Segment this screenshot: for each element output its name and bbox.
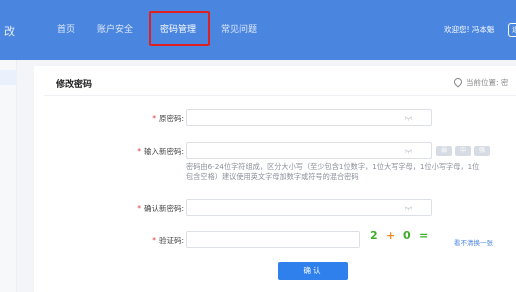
required-mark: * <box>137 204 141 213</box>
eye-hidden-icon[interactable] <box>404 114 413 121</box>
new-password-input[interactable] <box>186 142 432 159</box>
password-hint: 密码由6-24位字符组成，区分大小写（至少包含1位数字，1位大写字母，1位小写字… <box>186 162 516 182</box>
breadcrumb-text: 当前位置: 密 <box>466 78 509 87</box>
confirm-password-label-text: 确认新密码: <box>143 204 184 213</box>
confirm-password-label: * 确认新密码: <box>110 203 184 214</box>
strength-weak: 弱 <box>436 146 452 156</box>
captcha-number-b[interactable]: 0 <box>403 229 411 242</box>
password-hint-line-2: 包含空格）建议使用英文字母加数字或符号的混合密码 <box>186 172 359 181</box>
welcome-text: 欢迎您! 冯本魁 <box>444 25 495 34</box>
old-password-label-text: 原密码: <box>158 114 184 123</box>
new-password-label: * 输入新密码: <box>110 146 184 157</box>
password-hint-line-1: 密码由6-24位字符组成，区分大小写（至少包含1位数字，1位大写字母，1位小写字… <box>186 162 480 171</box>
nav-account-security[interactable]: 账户安全 <box>97 0 133 60</box>
captcha-equals[interactable]: = <box>419 229 428 242</box>
new-password-label-text: 输入新密码: <box>143 147 184 156</box>
sidebar-active-item[interactable] <box>0 70 17 85</box>
eye-hidden-icon[interactable] <box>404 147 413 154</box>
captcha-input[interactable] <box>186 231 360 248</box>
left-sidebar <box>0 60 17 292</box>
location-pin-icon <box>452 76 464 88</box>
captcha-number-a[interactable]: 2 <box>370 229 378 242</box>
eye-hidden-icon[interactable] <box>404 204 413 211</box>
required-mark: * <box>152 236 156 245</box>
confirm-password-input[interactable] <box>186 199 432 216</box>
top-navigation-bar: 改 首页 账户安全 密码管理 常见问题 欢迎您! 冯本魁 退 <box>0 0 516 60</box>
nav-faq[interactable]: 常见问题 <box>221 0 257 60</box>
captcha-label-text: 验证码: <box>158 236 184 245</box>
required-mark: * <box>137 147 141 156</box>
nav-home[interactable]: 首页 <box>57 0 75 60</box>
strength-medium: 中 <box>455 146 471 156</box>
site-logo: 改 <box>4 25 15 38</box>
page-title: 修改密码 <box>56 80 93 90</box>
old-password-label: * 原密码: <box>120 113 184 124</box>
confirm-button[interactable]: 确认 <box>278 262 348 280</box>
required-mark: * <box>152 114 156 123</box>
captcha-label: * 验证码: <box>120 235 184 246</box>
title-divider <box>44 95 516 96</box>
active-nav-highlight-box <box>149 11 210 46</box>
captcha-operator[interactable]: + <box>386 229 395 242</box>
breadcrumb: 当前位置: 密 <box>452 76 509 88</box>
strength-strong: 强 <box>474 146 490 156</box>
old-password-input[interactable] <box>186 109 432 126</box>
logout-button[interactable]: 退 <box>508 23 516 37</box>
refresh-captcha-link[interactable]: 看不清换一张 <box>454 237 493 247</box>
